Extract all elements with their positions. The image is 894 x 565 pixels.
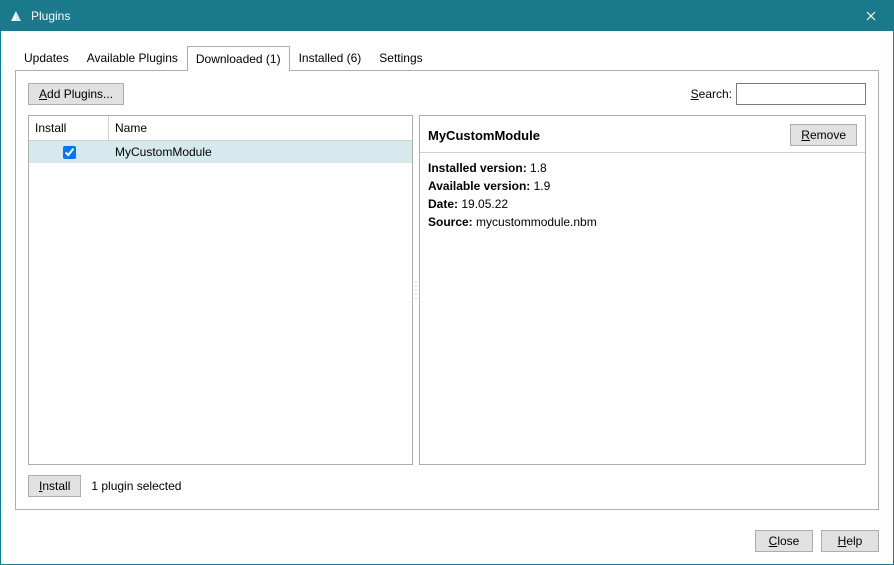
search-wrap: Search: (691, 83, 866, 105)
detail-body: Installed version: 1.8 Available version… (420, 159, 865, 239)
tab-settings[interactable]: Settings (370, 45, 431, 70)
help-button[interactable]: Help (821, 530, 879, 552)
window-title: Plugins (31, 9, 848, 23)
split-pane: Install Name MyCustomModule ····· (28, 115, 866, 465)
add-plugins-button[interactable]: Add Plugins... (28, 83, 124, 105)
col-install[interactable]: Install (29, 116, 109, 140)
detail-title: MyCustomModule (428, 128, 540, 143)
footer-row: Install 1 plugin selected (28, 475, 866, 497)
close-button[interactable]: Close (755, 530, 813, 552)
install-button[interactable]: Install (28, 475, 81, 497)
date-row: Date: 19.05.22 (428, 195, 857, 213)
tab-updates[interactable]: Updates (15, 45, 78, 70)
installed-version-row: Installed version: 1.8 (428, 159, 857, 177)
tab-strip: Updates Available Plugins Downloaded (1)… (15, 45, 879, 70)
dialog-buttons: Close Help (1, 520, 893, 564)
search-label: Search: (691, 87, 732, 101)
tab-body: Add Plugins... Search: Install Name (15, 70, 879, 510)
col-name[interactable]: Name (109, 116, 412, 140)
table-row[interactable]: MyCustomModule (29, 141, 412, 163)
detail-panel: MyCustomModule Remove Installed version:… (419, 115, 866, 465)
gripper-dots-icon: ····· (415, 280, 418, 300)
selection-status: 1 plugin selected (91, 479, 181, 493)
detail-header: MyCustomModule Remove (420, 116, 865, 152)
plugins-dialog: Plugins Updates Available Plugins Downlo… (0, 0, 894, 565)
remove-button[interactable]: Remove (790, 124, 857, 146)
content-area: Updates Available Plugins Downloaded (1)… (1, 31, 893, 520)
tab-downloaded[interactable]: Downloaded (1) (187, 46, 290, 71)
cell-install (29, 143, 109, 162)
divider (420, 152, 865, 153)
available-version-row: Available version: 1.9 (428, 177, 857, 195)
titlebar: Plugins (1, 1, 893, 31)
tab-installed[interactable]: Installed (6) (290, 45, 371, 70)
install-checkbox[interactable] (63, 146, 76, 159)
toolbar: Add Plugins... Search: (28, 83, 866, 105)
app-icon (1, 8, 31, 24)
close-icon[interactable] (848, 1, 893, 31)
search-input[interactable] (736, 83, 866, 105)
plugin-table: Install Name MyCustomModule (28, 115, 413, 465)
tab-available[interactable]: Available Plugins (78, 45, 187, 70)
source-row: Source: mycustommodule.nbm (428, 213, 857, 231)
tab-pane: Updates Available Plugins Downloaded (1)… (15, 45, 879, 510)
cell-name: MyCustomModule (109, 145, 412, 159)
table-header: Install Name (29, 116, 412, 141)
